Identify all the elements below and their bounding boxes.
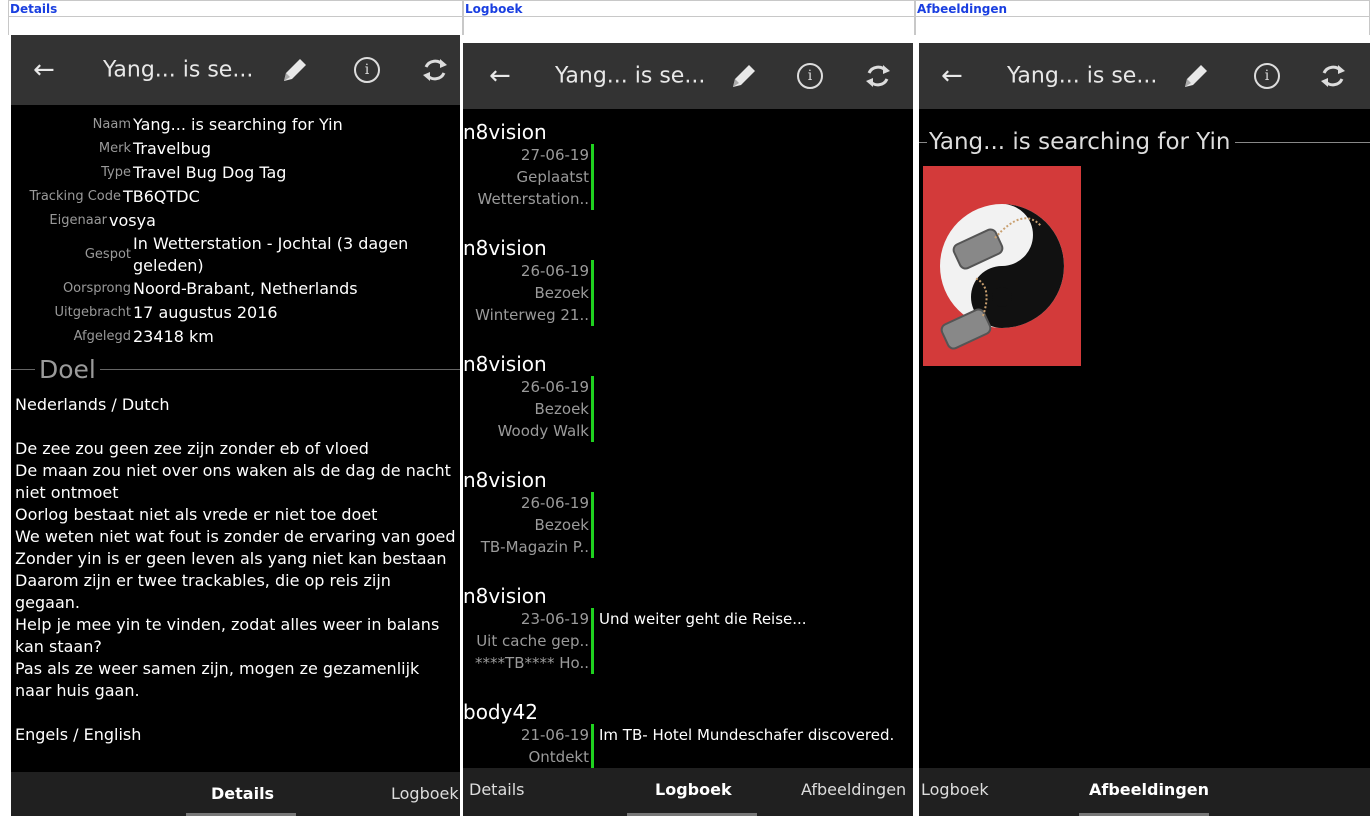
logboek-column-header: Logboek [463, 0, 915, 17]
details-screen: ← Yang... is se... i Naam Yang... is sea… [11, 35, 460, 816]
field-gespot: Gespot In Wetterstation - Jochtal (3 dag… [84, 234, 409, 275]
refresh-icon[interactable] [1318, 61, 1348, 91]
afbeeldingen-panel: Afbeeldingen ← Yang... is se... i Yang..… [915, 0, 1370, 816]
info-icon[interactable]: i [1254, 63, 1280, 89]
logboek-screen: ← Yang... is se... i n8vision 27-06-19 G… [463, 43, 913, 816]
logboek-header-link[interactable]: Logboek [465, 2, 522, 16]
details-column-header: Details [8, 0, 463, 17]
field-oorsprong: Oorsprong Noord-Brabant, Netherlands [62, 279, 358, 298]
log-entry[interactable]: n8vision 27-06-19 Geplaatst Wetterstatio… [463, 120, 913, 236]
pencil-icon[interactable] [276, 53, 310, 87]
pencil-icon[interactable] [1177, 59, 1211, 93]
back-arrow-icon[interactable]: ← [33, 55, 55, 85]
toolbar: ← Yang... is se... i [919, 43, 1370, 109]
field-afgelegd: Afgelegd 23418 km [73, 327, 214, 346]
field-tracking-code: Tracking Code TB6QTDC [29, 187, 200, 206]
afbeeldingen-screen: ← Yang... is se... i Yang... is searchin… [919, 43, 1370, 816]
bottom-tab-bar: Details Logboek [11, 772, 460, 816]
log-entry[interactable]: n8vision 23-06-19 Uit cache gep.. ****TB… [463, 584, 913, 700]
field-naam: Naam Yang... is searching for Yin [92, 115, 343, 134]
refresh-icon[interactable] [863, 61, 893, 91]
goal-text: Nederlands / Dutch De zee zou geen zee z… [15, 395, 456, 744]
image-section-title: Yang... is searching for Yin [919, 129, 1370, 155]
toolbar-title: Yang... is se... [555, 63, 706, 89]
toolbar-title: Yang... is se... [1007, 63, 1158, 89]
back-arrow-icon[interactable]: ← [489, 61, 511, 91]
tab-details[interactable]: Details [211, 784, 274, 803]
tab-afbeeldingen[interactable]: Afbeeldingen [801, 780, 906, 799]
toolbar-title: Yang... is se... [103, 57, 254, 83]
tab-afbeeldingen[interactable]: Afbeeldingen [1089, 780, 1209, 799]
details-header-link[interactable]: Details [10, 2, 57, 16]
tab-logboek[interactable]: Logboek [391, 784, 459, 803]
back-arrow-icon[interactable]: ← [941, 61, 963, 91]
tab-logboek[interactable]: Logboek [655, 780, 732, 799]
bottom-tab-bar: Logboek Afbeeldingen [919, 768, 1370, 816]
log-list: n8vision 27-06-19 Geplaatst Wetterstatio… [463, 120, 913, 772]
info-icon[interactable]: i [354, 57, 380, 83]
field-eigenaar: Eigenaar vosya [49, 211, 156, 230]
field-type: Type Travel Bug Dog Tag [101, 163, 287, 182]
logboek-panel: Logboek ← Yang... is se... i n8vision 27… [463, 0, 915, 816]
log-entry[interactable]: n8vision 26-06-19 Bezoek TB-Magazin P.. [463, 468, 913, 584]
tab-details[interactable]: Details [469, 780, 524, 799]
afbeeldingen-column-header: Afbeeldingen [915, 0, 1370, 17]
field-uitgebracht: Uitgebracht 17 augustus 2016 [54, 303, 278, 322]
field-merk: Merk Travelbug [98, 139, 212, 158]
info-icon[interactable]: i [797, 63, 823, 89]
refresh-icon[interactable] [420, 55, 450, 85]
tab-logboek[interactable]: Logboek [921, 780, 989, 799]
details-panel: Details ← Yang... is se... i Naam Yang..… [8, 0, 463, 816]
goal-section-title: Doel [11, 355, 460, 384]
trackable-image[interactable] [923, 166, 1081, 366]
log-entry[interactable]: n8vision 26-06-19 Bezoek Winterweg 21.. [463, 236, 913, 352]
bottom-tab-bar: Details Logboek Afbeeldingen [463, 768, 913, 816]
toolbar: ← Yang... is se... i [463, 43, 913, 109]
afbeeldingen-header-link[interactable]: Afbeeldingen [917, 2, 1007, 16]
log-entry[interactable]: n8vision 26-06-19 Bezoek Woody Walk [463, 352, 913, 468]
details-fields: Naam Yang... is searching for Yin Merk T… [11, 113, 460, 744]
log-entry[interactable]: body42 21-06-19 Ontdekt Im TB- Hotel Mun… [463, 700, 913, 770]
pencil-icon[interactable] [725, 59, 759, 93]
toolbar: ← Yang... is se... i [11, 35, 460, 105]
